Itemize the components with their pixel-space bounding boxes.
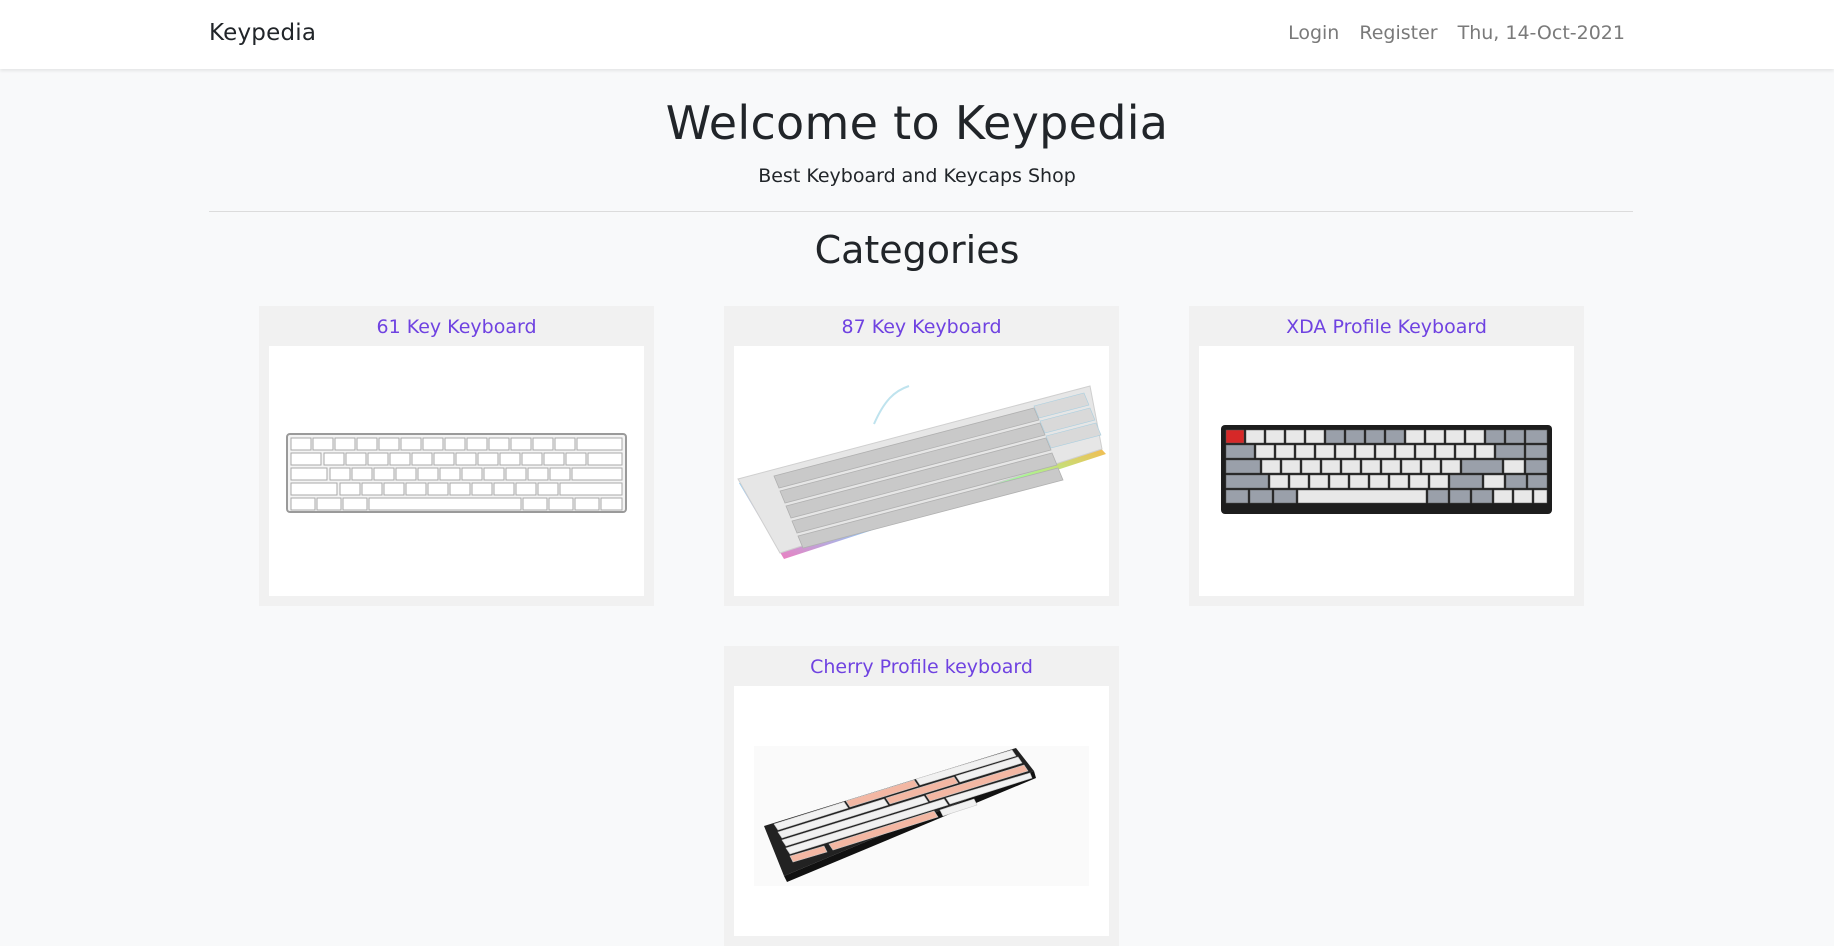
current-date: Thu, 14-Oct-2021 [1457, 22, 1625, 44]
cherry-profile-keyboard-image[interactable] [734, 686, 1109, 936]
61-key-keyboard-image[interactable] [269, 346, 644, 596]
xda-profile-keyboard-image[interactable] [1199, 346, 1574, 596]
category-link-xda-profile[interactable]: XDA Profile Keyboard [1189, 316, 1584, 338]
category-link-61-key[interactable]: 61 Key Keyboard [259, 316, 654, 338]
category-card-61-key[interactable]: 61 Key Keyboard [259, 306, 654, 606]
brand-logo[interactable]: Keypedia [209, 20, 316, 46]
category-card-87-key[interactable]: 87 Key Keyboard [724, 306, 1119, 606]
category-card-xda-profile[interactable]: XDA Profile Keyboard [1189, 306, 1584, 606]
categories-heading: Categories [814, 228, 1020, 272]
87-key-keyboard-image[interactable] [734, 346, 1109, 596]
category-card-cherry-profile[interactable]: Cherry Profile keyboard [724, 646, 1119, 946]
navbar: Keypedia Login Register Thu, 14-Oct-2021 [0, 0, 1834, 69]
category-link-cherry-profile[interactable]: Cherry Profile keyboard [724, 656, 1119, 678]
keyboard-61-svg [286, 433, 627, 513]
divider [209, 211, 1633, 212]
keyboard-cherry-svg [754, 746, 1089, 886]
category-link-87-key[interactable]: 87 Key Keyboard [724, 316, 1119, 338]
keyboard-xda-svg [1221, 425, 1552, 514]
keyboard-87-svg [737, 385, 1106, 559]
page-title: Welcome to Keypedia [665, 96, 1169, 150]
nav-links: Login Register Thu, 14-Oct-2021 [1288, 22, 1625, 44]
login-link[interactable]: Login [1288, 22, 1339, 44]
register-link[interactable]: Register [1359, 22, 1437, 44]
page-subtitle: Best Keyboard and Keycaps Shop [758, 165, 1076, 187]
